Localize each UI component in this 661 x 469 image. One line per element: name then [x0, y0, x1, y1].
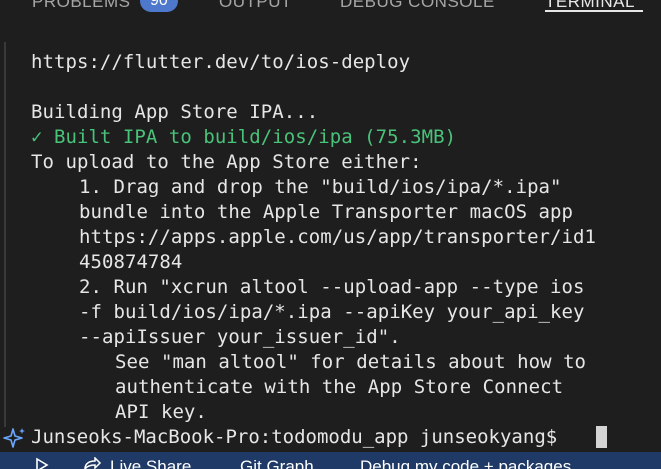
tab-problems[interactable]: PROBLEMS: [32, 0, 130, 12]
terminal-line: See "man altool" for details about how t…: [115, 351, 587, 373]
problems-count-badge: 90: [140, 0, 178, 12]
debug-mode-button[interactable]: Debug my code + packages: [360, 457, 571, 469]
panel-tab-bar: PROBLEMS 90 OUTPUT DEBUG CONSOLE TERMINA…: [0, 0, 661, 14]
terminal-link-line[interactable]: https://apps.apple.com/us/app/transporte…: [31, 225, 651, 250]
live-share-button[interactable]: Live Share: [110, 457, 191, 469]
terminal-line: To upload to the App Store either:: [31, 151, 422, 173]
terminal-output[interactable]: https://flutter.dev/to/ios-deploy Buildi…: [31, 50, 651, 425]
terminal-cursor: [596, 426, 607, 448]
terminal-prompt-row[interactable]: Junseoks-MacBook-Pro:todomodu_app junseo…: [0, 425, 661, 450]
terminal-line: authenticate with the App Store Connect: [115, 376, 564, 398]
git-graph-button[interactable]: Git Graph: [240, 457, 314, 469]
terminal-line: 2. Run "xcrun altool --upload-app --type…: [79, 276, 585, 298]
tab-output[interactable]: OUTPUT: [219, 0, 292, 12]
terminal-link-line[interactable]: 450874784: [31, 250, 651, 275]
terminal-line: bundle into the Apple Transporter macOS …: [79, 201, 574, 223]
status-bar: Live Share Git Graph Debug my code + pac…: [0, 452, 661, 469]
terminal-line: -f build/ios/ipa/*.ipa --apiKey your_api…: [79, 301, 585, 323]
terminal-line: Building App Store IPA...: [31, 101, 319, 123]
sparkle-icon[interactable]: [3, 426, 27, 450]
terminal-success-line: ✓ Built IPA to build/ios/ipa (75.3MB): [31, 126, 457, 148]
run-icon[interactable]: [34, 457, 52, 469]
active-tab-indicator: [545, 10, 643, 12]
live-share-icon[interactable]: [82, 457, 102, 469]
terminal-line: https://flutter.dev/to/ios-deploy: [31, 51, 411, 73]
terminal-gutter-line: [4, 42, 6, 427]
terminal-line: --apiIssuer your_issuer_id".: [79, 326, 401, 348]
tab-debug-console[interactable]: DEBUG CONSOLE: [340, 0, 495, 12]
shell-prompt: Junseoks-MacBook-Pro:todomodu_app junseo…: [31, 426, 569, 448]
terminal-line: API key.: [115, 401, 207, 423]
terminal-line: 1. Drag and drop the "build/ios/ipa/*.ip…: [79, 176, 562, 198]
